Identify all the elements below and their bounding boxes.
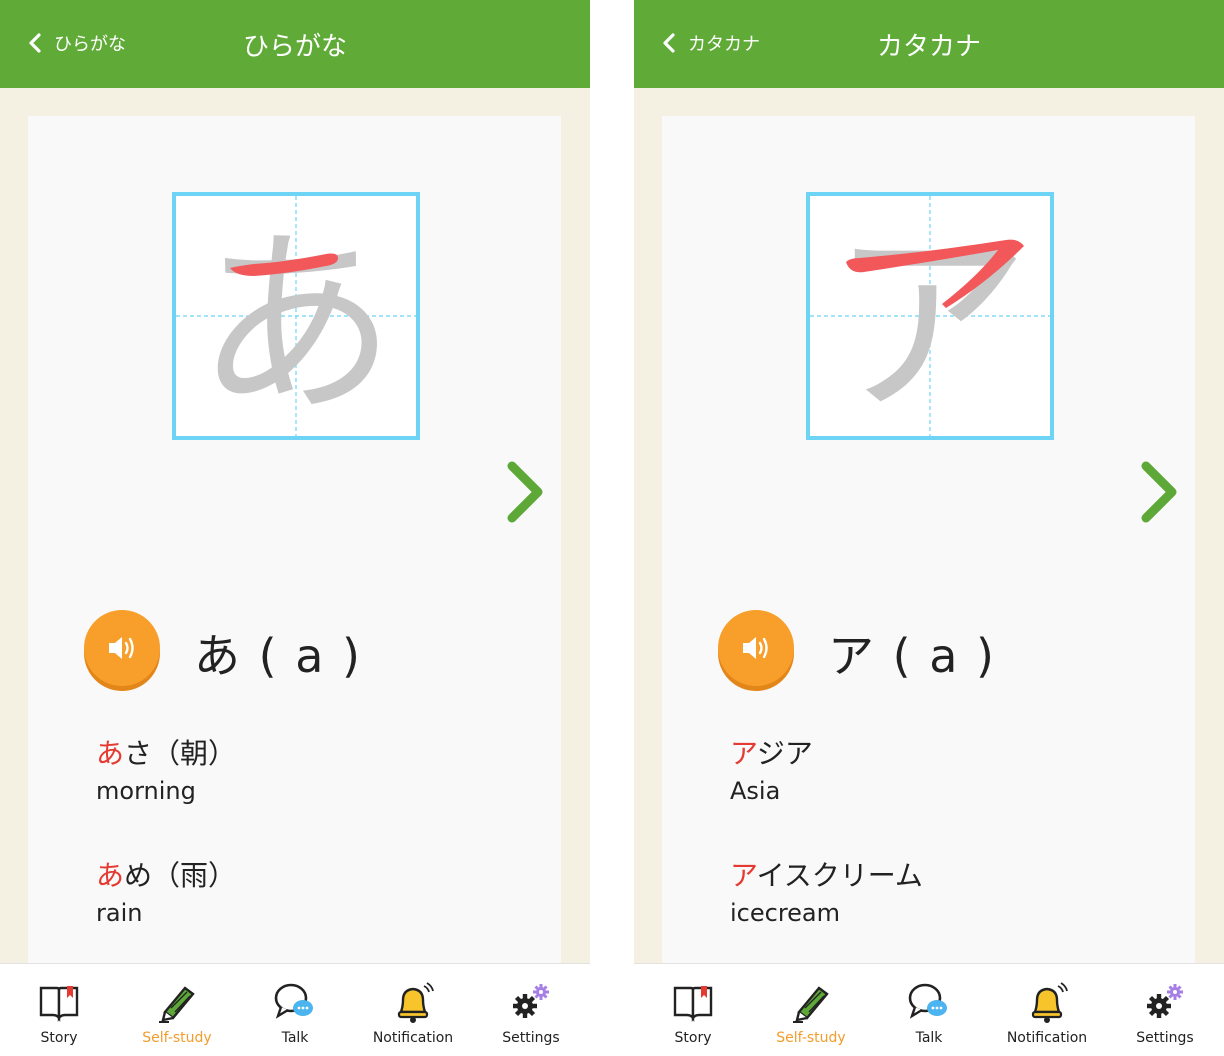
tab-label: Settings [1136, 1030, 1194, 1046]
header: ひらがな ひらがな [0, 0, 590, 88]
stroke-order-box[interactable]: あ [172, 192, 420, 440]
example-word-1: アジア Asia [730, 736, 813, 808]
example-highlight: ア [730, 859, 757, 892]
speaker-icon [109, 637, 134, 659]
main-kana-reading: あ ( a ) [194, 629, 362, 683]
bell-icon [397, 982, 434, 1023]
example-highlight: あ [96, 737, 125, 770]
tab-label: Story [674, 1030, 712, 1046]
tab-settings[interactable]: Settings [1106, 974, 1224, 1054]
stroke-diagram-a: あ [176, 196, 416, 436]
next-character-button[interactable] [1138, 458, 1182, 526]
example-word-2: あめ（雨） rain [96, 858, 236, 930]
example-rest: ジア [756, 737, 813, 770]
tab-label: Notification [372, 1030, 454, 1046]
back-button[interactable]: ひらがな [26, 26, 126, 60]
tab-label: Self-study [776, 1030, 846, 1046]
tab-talk[interactable]: Talk [870, 974, 988, 1054]
study-card: あ あ ( a ) あさ（朝） morning あめ（雨） rain [28, 116, 561, 976]
example-word-1: あさ（朝） morning [96, 736, 236, 808]
example-rest: め（雨） [124, 859, 237, 892]
tab-self-study[interactable]: Self-study [118, 974, 236, 1054]
tab-self-study[interactable]: Self-study [752, 974, 870, 1054]
study-card: ア ア ( a ) アジア Asia アイスクリーム icecream [662, 116, 1195, 976]
example-highlight: あ [96, 859, 125, 892]
example-meaning: Asia [730, 777, 781, 805]
chat-bubble-icon [274, 983, 313, 1019]
character-glyph: あ [196, 209, 396, 436]
book-icon [673, 986, 713, 1022]
gear-icon [513, 984, 549, 1018]
stroke-order-box[interactable]: ア [806, 192, 1054, 440]
bottom-tab-bar: Story Self-study Talk Notification Setti… [0, 963, 590, 1056]
gear-icon [1147, 984, 1183, 1018]
tab-notification[interactable]: Notification [354, 974, 472, 1054]
pencil-icon [159, 986, 195, 1023]
bottom-tab-bar: Story Self-study Talk Notification Setti… [634, 963, 1224, 1056]
chevron-left-icon [29, 33, 41, 53]
next-character-button[interactable] [504, 458, 548, 526]
stroke-diagram-a: ア [810, 196, 1050, 436]
play-sound-button[interactable] [718, 610, 794, 686]
main-kana-reading: ア ( a ) [828, 629, 996, 683]
back-button[interactable]: カタカナ [660, 26, 760, 60]
example-word-2: アイスクリーム icecream [730, 858, 923, 930]
bell-icon [1031, 982, 1068, 1023]
chevron-right-icon [507, 461, 543, 523]
back-label: ひらがな [54, 34, 126, 55]
tab-label: Talk [915, 1030, 943, 1046]
example-rest: イスクリーム [756, 859, 923, 892]
hiragana-screen: ひらがな ひらがな あ あ ( a ) あさ（朝） morning あめ（雨） … [0, 0, 590, 1056]
tab-settings[interactable]: Settings [472, 974, 590, 1054]
example-highlight: ア [730, 737, 757, 770]
book-icon [39, 986, 79, 1022]
chat-bubble-icon [908, 983, 947, 1019]
chevron-right-icon [1141, 461, 1177, 523]
katakana-screen: カタカナ カタカナ ア ア ( a ) アジア Asia アイスクリーム ice… [634, 0, 1224, 1056]
play-sound-button[interactable] [84, 610, 160, 686]
example-meaning: rain [96, 899, 143, 927]
pencil-icon [793, 986, 829, 1023]
back-label: カタカナ [688, 34, 760, 55]
tab-notification[interactable]: Notification [988, 974, 1106, 1054]
chevron-left-icon [663, 33, 675, 53]
speaker-icon [743, 637, 768, 659]
tab-talk[interactable]: Talk [236, 974, 354, 1054]
tab-label: Talk [281, 1030, 309, 1046]
tab-label: Story [40, 1030, 78, 1046]
example-rest: さ（朝） [124, 737, 237, 770]
tab-label: Notification [1006, 1030, 1088, 1046]
tab-story[interactable]: Story [0, 974, 118, 1054]
tab-label: Self-study [142, 1030, 212, 1046]
tab-story[interactable]: Story [634, 974, 752, 1054]
example-meaning: morning [96, 777, 196, 805]
header: カタカナ カタカナ [634, 0, 1224, 88]
tab-label: Settings [502, 1030, 560, 1046]
example-meaning: icecream [730, 899, 841, 927]
